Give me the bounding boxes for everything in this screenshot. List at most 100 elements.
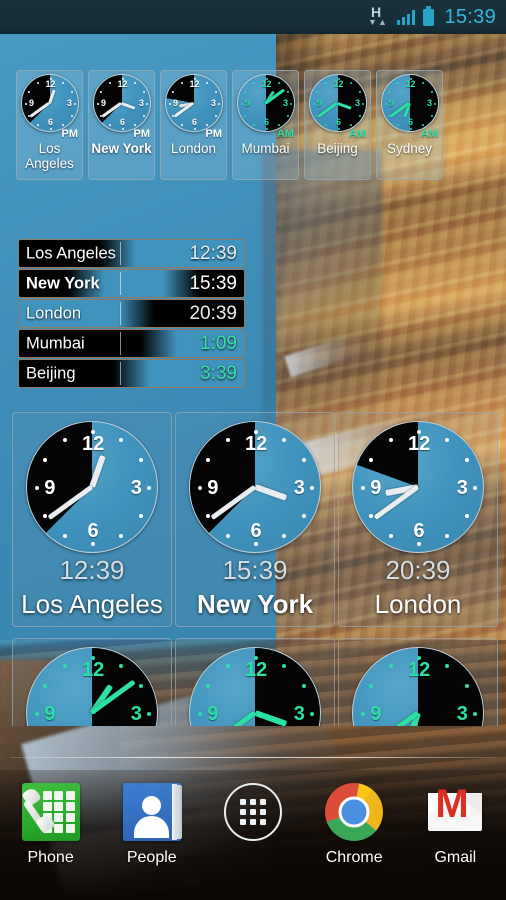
small-clock-cell[interactable]: 12 3 6 9 PM New York [88, 70, 155, 180]
daynight-bar-row[interactable]: London 20:39 [18, 299, 245, 328]
dock: Phone People Chrome M Gmail [0, 775, 506, 900]
bar-time-label: 3:39 [200, 362, 237, 384]
dock-item-people[interactable]: People [104, 783, 200, 867]
clock-numeral: 3 [293, 476, 305, 499]
clock-tick-dot [444, 663, 450, 668]
clock-numeral: 6 [87, 519, 99, 542]
clock-face: 12369 [236, 74, 295, 132]
clock-numeral: 3 [293, 702, 305, 725]
dock-item-chrome[interactable]: Chrome [306, 783, 402, 867]
clock-tick-dot [281, 437, 287, 442]
analog-clock: 12369 [26, 647, 158, 726]
clock-numeral: 3 [139, 98, 145, 109]
battery-icon [423, 5, 435, 26]
clock-numeral: 12 [117, 79, 128, 90]
clock-numeral: 9 [245, 98, 251, 109]
city-label: New York [91, 141, 152, 156]
analog-clock: 12369 [164, 74, 223, 132]
dock-label-people: People [126, 849, 177, 866]
clock-numeral: 12 [405, 79, 416, 90]
daynight-bar-row[interactable]: Mumbai 1:09 [18, 329, 245, 358]
big-clock-grid-row-1[interactable]: 12 3 6 9 12:39 Los Angeles 12 3 6 9 15:39 New York 1… [12, 412, 498, 627]
dock-item-app-drawer[interactable] [205, 783, 301, 849]
clock-numeral: 12 [81, 659, 105, 682]
dock-label-phone: Phone [27, 849, 74, 866]
status-bar[interactable]: H ▼ ▲ 15:39 [0, 0, 506, 34]
clock-numeral: 12 [244, 433, 268, 456]
clock-tick-dot [281, 663, 287, 668]
clock-tick-dot [142, 90, 145, 93]
small-clock-cell[interactable]: 12 3 6 9 AM Sydney [376, 70, 443, 180]
clock-numeral: 12 [81, 433, 105, 456]
clock-numeral: 9 [370, 702, 382, 725]
gmail-icon: M [426, 783, 484, 841]
data-up-arrow-icon: ▲ [377, 17, 387, 27]
big-clock-cell[interactable]: 12369 [175, 638, 335, 726]
dock-item-phone[interactable]: Phone [3, 783, 99, 867]
clock-numeral: 12 [45, 79, 56, 90]
bar-city-label: London [26, 304, 82, 322]
clock-face: 12369 [26, 647, 158, 726]
clock-face: 12369 [308, 74, 367, 132]
clock-tick-dot [118, 663, 124, 668]
clock-face: 12 3 6 9 [92, 74, 151, 132]
clock-numeral: 9 [207, 476, 219, 499]
hspa-data-icon: H ▼ ▲ [367, 4, 389, 28]
clock-tick-dot [193, 127, 196, 130]
clock-numeral: 9 [370, 476, 382, 499]
clock-numeral: 6 [48, 117, 54, 128]
clock-numeral: 9 [101, 98, 107, 109]
big-clock-cell[interactable]: 12 3 6 9 20:39 London [338, 412, 498, 627]
clock-tick-dot [49, 127, 52, 130]
clock-numeral: 12 [244, 659, 268, 682]
clock-tick-dot [444, 437, 450, 442]
big-clock-grid-row-2[interactable]: 123691236912369 [12, 638, 498, 726]
clock-face: 12369 [352, 421, 484, 553]
small-clock-cell[interactable]: 12 3 6 9 AM Mumbai [232, 70, 299, 180]
analog-clock: 12369 [236, 74, 295, 132]
daynight-bar-list-widget[interactable]: Los Angeles 12:39 New York 15:39 London 20:39… [18, 239, 245, 389]
bar-time-label: 12:39 [189, 242, 237, 264]
ampm-label: AM [420, 128, 438, 140]
bar-divider [120, 242, 122, 265]
clock-numeral: 12 [407, 659, 431, 682]
bar-time-label: 20:39 [189, 302, 237, 324]
daynight-bar-row[interactable]: Beijing 3:39 [18, 359, 245, 388]
clock-numeral: 3 [456, 476, 468, 499]
clock-tick-dot [121, 127, 124, 130]
clock-numeral: 9 [44, 476, 56, 499]
clock-face: 12369 [20, 74, 79, 132]
dock-divider [10, 757, 496, 758]
city-label: Los Angeles [25, 141, 74, 171]
dock-label-gmail: Gmail [434, 849, 477, 866]
city-label: Beijing [317, 141, 358, 156]
small-clock-cell[interactable]: 12 3 6 9 AM Beijing [304, 70, 371, 180]
big-clock-cell[interactable]: 12 3 6 9 15:39 New York [175, 412, 335, 627]
big-clock-cell[interactable]: 12369 [12, 638, 172, 726]
big-clock-cell[interactable]: 12 3 6 9 12:39 Los Angeles [12, 412, 172, 627]
bar-city-label: Mumbai [26, 334, 85, 352]
big-clock-cell[interactable]: 12369 [338, 638, 498, 726]
small-clock-cell[interactable]: 12 3 6 9 PM Los Angeles [16, 70, 83, 180]
clock-face: 12369 [380, 74, 439, 132]
clock-tick-dot [205, 513, 210, 519]
clock-numeral: 3 [283, 98, 289, 109]
clock-face: 12369 [189, 421, 321, 553]
small-clock-cell[interactable]: 12 3 6 9 PM London [160, 70, 227, 180]
clock-tick-dot [421, 81, 424, 84]
clock-face: 12369 [164, 74, 223, 132]
analog-clock: 12369 [189, 647, 321, 726]
ampm-label: PM [133, 128, 151, 140]
clock-numeral: 6 [120, 117, 126, 128]
clock-tick-dot [337, 127, 340, 130]
clock-numeral: 6 [413, 519, 425, 542]
digital-time-label: 15:39 [222, 555, 288, 585]
small-clock-widget-row[interactable]: 12 3 6 9 PM Los Angeles 12 3 6 9 PM New York 12 3 6 9 PM… [16, 70, 443, 180]
clock-numeral: 3 [130, 476, 142, 499]
daynight-bar-row[interactable]: New York 15:39 [18, 269, 245, 298]
app-drawer-icon[interactable] [223, 783, 282, 841]
home-screen: H ▼ ▲ 15:39 12 3 6 9 PM Los Angeles 12 3 6 9 PM New… [0, 0, 506, 900]
dock-item-gmail[interactable]: M Gmail [407, 783, 503, 867]
clock-tick-dot [416, 541, 422, 546]
daynight-bar-row[interactable]: Los Angeles 12:39 [18, 239, 245, 268]
